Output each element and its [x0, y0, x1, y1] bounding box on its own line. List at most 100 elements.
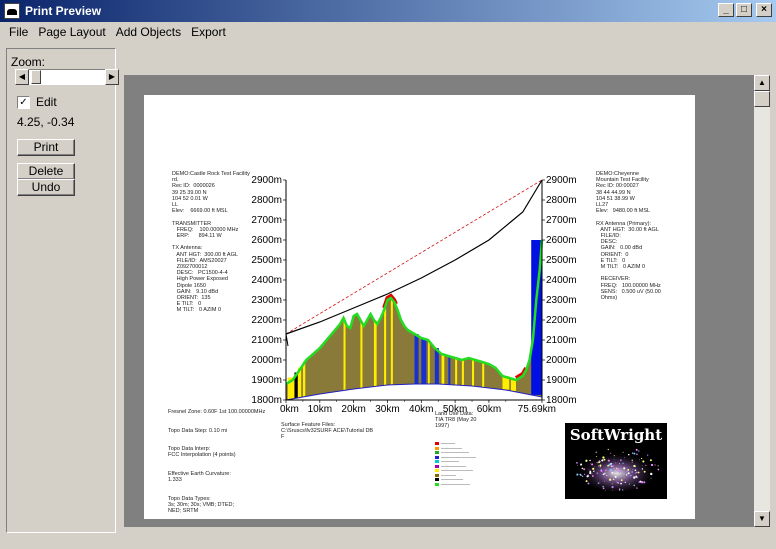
- print-button[interactable]: Print: [17, 139, 75, 156]
- zoom-right-arrow-icon[interactable]: ▶: [105, 69, 119, 85]
- zoom-track[interactable]: [29, 69, 105, 85]
- logo-sparkle: [619, 463, 621, 465]
- zoom-thumb[interactable]: [31, 70, 41, 84]
- y-tick-label-right: 2900m: [546, 175, 577, 186]
- logo-sparkle: [613, 455, 615, 457]
- edit-option[interactable]: ✓ Edit: [17, 95, 57, 109]
- y-tick-label-left: 1800m: [251, 395, 282, 406]
- logo-sparkle: [576, 464, 578, 466]
- y-tick-label-right: 2500m: [546, 255, 577, 266]
- y-tick-label-right: 2000m: [546, 355, 577, 366]
- logo-sparkle: [594, 470, 595, 471]
- logo-sparkle: [650, 463, 654, 467]
- preview-page: DEMO:Castle Rock Test Facility rd. Rec I…: [144, 95, 695, 519]
- logo-sparkle: [619, 459, 622, 462]
- x-tick-label: 60km: [477, 404, 501, 415]
- logo-sparkle: [633, 484, 636, 487]
- y-tick-label-left: 2100m: [251, 335, 282, 346]
- x-tick-label: 40km: [409, 404, 433, 415]
- logo-sparkle: [602, 456, 605, 459]
- menu-page-layout[interactable]: Page Layout: [33, 25, 110, 39]
- logo-sparkle: [636, 487, 638, 489]
- land-use-band: [373, 320, 377, 387]
- zoom-left-arrow-icon[interactable]: ◀: [15, 69, 29, 85]
- logo-sparkle: [590, 463, 591, 465]
- logo-sparkle: [613, 458, 615, 460]
- logo-sparkle: [595, 451, 597, 453]
- y-tick-label-right: 2300m: [546, 295, 577, 306]
- logo-sparkle: [631, 452, 634, 454]
- logo-sparkle: [602, 485, 604, 488]
- logo-sparkle: [597, 482, 600, 485]
- logo-sparkle: [604, 480, 606, 482]
- y-tick-label-left: 2200m: [251, 315, 282, 326]
- land-use-band: [384, 304, 387, 386]
- menu-export[interactable]: Export: [186, 25, 231, 39]
- maximize-button[interactable]: □: [736, 3, 752, 17]
- logo-sparkle: [631, 471, 633, 473]
- zoom-slider[interactable]: ◀ ▶: [15, 69, 119, 85]
- land-use-band: [472, 359, 475, 386]
- logo-sparkle: [602, 473, 605, 476]
- logo-sparkle: [604, 477, 606, 478]
- scroll-down-arrow-icon[interactable]: ▼: [754, 511, 770, 527]
- y-tick-label-left: 2900m: [251, 175, 282, 186]
- logo-sparkle: [601, 459, 604, 462]
- menu-add-objects[interactable]: Add Objects: [111, 25, 186, 39]
- x-tick-label: 30km: [375, 404, 399, 415]
- logo-sparkle: [613, 478, 615, 481]
- y-tick-label-right: 2800m: [546, 195, 577, 206]
- minimize-button[interactable]: _: [718, 3, 734, 17]
- logo-sparkle: [623, 457, 625, 459]
- menu-bar: File Page Layout Add Objects Export: [0, 22, 776, 42]
- scroll-up-arrow-icon[interactable]: ▲: [754, 75, 770, 91]
- logo-sparkle: [597, 462, 599, 464]
- x-tick-label: 10km: [308, 404, 332, 415]
- menu-file[interactable]: File: [4, 25, 33, 39]
- logo-sparkle: [596, 472, 599, 474]
- preview-canvas[interactable]: DEMO:Castle Rock Test Facility rd. Rec I…: [124, 75, 756, 527]
- logo-sparkle: [623, 477, 625, 479]
- scroll-thumb[interactable]: [754, 91, 770, 107]
- edit-label: Edit: [36, 95, 57, 109]
- land-use-band: [360, 320, 363, 389]
- logo-sparkle: [615, 462, 617, 464]
- logo-sparkle: [604, 472, 606, 474]
- y-tick-label-left: 2600m: [251, 235, 282, 246]
- logo-sparkle: [635, 471, 637, 473]
- logo-sparkle: [635, 448, 638, 451]
- logo-sparkle: [610, 452, 612, 454]
- logo-sparkle: [583, 473, 586, 475]
- logo-sparkle: [634, 469, 637, 472]
- softwright-logo: SoftWright: [565, 423, 667, 499]
- land-use-band: [302, 361, 306, 397]
- y-tick-label-right: 2600m: [546, 235, 577, 246]
- logo-sparkle: [645, 464, 647, 466]
- logo-sparkle: [620, 479, 623, 482]
- logo-sparkle: [643, 470, 646, 473]
- delete-button[interactable]: Delete: [17, 163, 75, 180]
- land-use-band: [428, 340, 430, 384]
- logo-sparkle: [608, 463, 611, 466]
- vertical-scrollbar[interactable]: ▲ ▼: [754, 75, 770, 527]
- logo-sparkle: [598, 465, 599, 467]
- logo-sparkle: [609, 478, 612, 481]
- title-bar: Print Preview _ □ ×: [0, 0, 776, 22]
- logo-sparkle: [594, 466, 595, 468]
- undo-button[interactable]: Undo: [17, 179, 75, 196]
- zoom-label: Zoom:: [11, 55, 46, 69]
- logo-sparkle: [638, 481, 641, 483]
- close-button[interactable]: ×: [756, 3, 772, 17]
- edit-checkbox[interactable]: ✓: [17, 95, 30, 109]
- logo-sparkle: [616, 481, 618, 483]
- land-use-band: [455, 358, 458, 385]
- logo-sparkle: [650, 478, 652, 479]
- logo-sparkle: [596, 456, 598, 458]
- logo-sparkle: [654, 464, 656, 466]
- logo-sparkle: [632, 469, 634, 471]
- logo-sparkle: [657, 468, 660, 471]
- logo-sparkle: [625, 471, 627, 473]
- control-panel: Zoom: ◀ ▶ ✓ Edit 4.25, -0.34 Print Delet…: [6, 48, 119, 533]
- logo-sparkle: [647, 454, 649, 456]
- logo-sparkle: [605, 469, 607, 472]
